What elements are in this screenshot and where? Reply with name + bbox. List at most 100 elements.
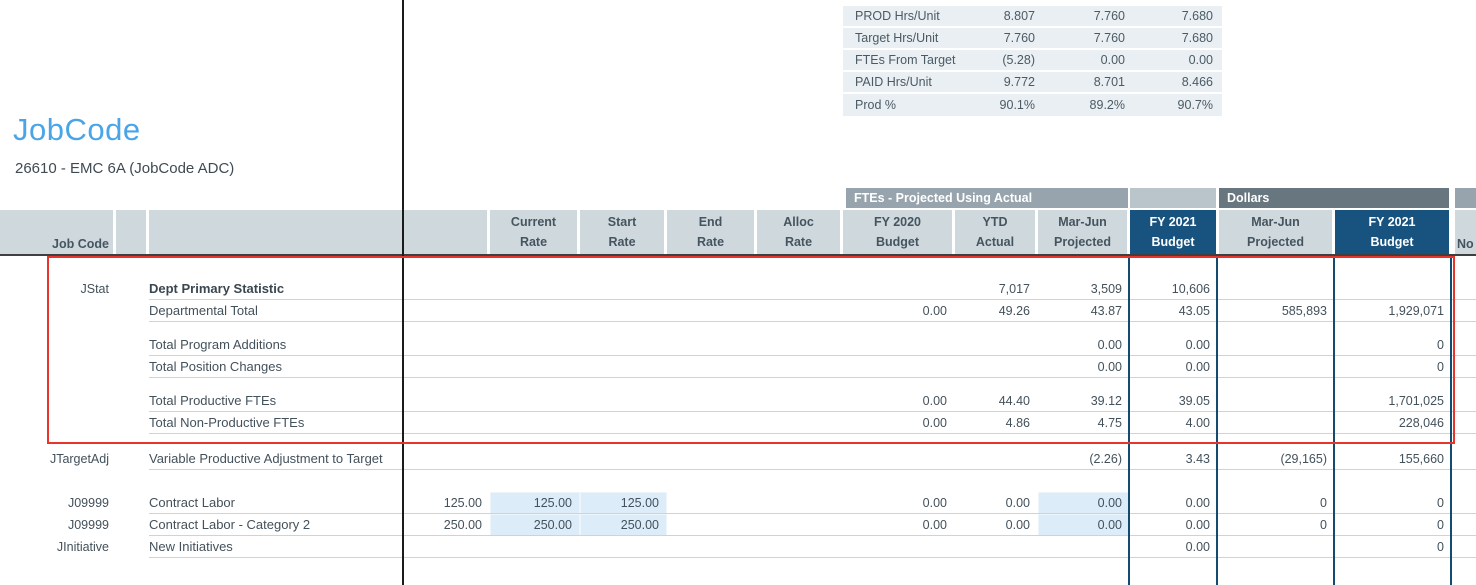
header-line: Projected bbox=[1038, 232, 1127, 252]
stats-value: 7.680 bbox=[1125, 6, 1213, 26]
stats-label: PAID Hrs/Unit bbox=[843, 72, 953, 92]
column-group-notes-spacer bbox=[1455, 188, 1476, 208]
header-line: FY 2021 bbox=[1335, 212, 1449, 232]
selection-highlight-box bbox=[47, 256, 1455, 444]
cell-dollars-marjun: 0 bbox=[1218, 514, 1335, 536]
cell-ytd-actual: 0.00 bbox=[955, 492, 1038, 514]
header-current-rate: Current Rate bbox=[490, 210, 577, 254]
cell-current-rate[interactable]: 250.00 bbox=[490, 514, 580, 536]
header-line: Mar-Jun bbox=[1038, 212, 1127, 232]
header-line: YTD bbox=[955, 212, 1035, 232]
cell-fy2021-budget: 3.43 bbox=[1130, 448, 1218, 470]
cell-fy2021-budget: 0.00 bbox=[1130, 514, 1218, 536]
header-line: FY 2020 bbox=[843, 212, 952, 232]
cell-description: New Initiatives bbox=[149, 536, 403, 558]
header-line: Rate bbox=[667, 232, 754, 252]
stats-value: 0.00 bbox=[1035, 50, 1125, 70]
cell-job-code: J09999 bbox=[0, 492, 113, 514]
cell-marjun-projected[interactable]: 0.00 bbox=[1038, 492, 1130, 514]
stats-value: 9.772 bbox=[953, 72, 1035, 92]
cell-fy2021-budget: 0.00 bbox=[1130, 492, 1218, 514]
table-row: J09999 Contract Labor 125.00 125.00 125.… bbox=[0, 492, 1476, 514]
header-line: Rate bbox=[580, 232, 664, 252]
stats-row: Prod % 90.1% 89.2% 90.7% bbox=[843, 94, 1222, 116]
stats-value: 8.466 bbox=[1125, 72, 1213, 92]
cell-start-rate[interactable]: 125.00 bbox=[580, 492, 667, 514]
table-row: J09999 Contract Labor - Category 2 250.0… bbox=[0, 514, 1476, 536]
cell-dollars-fy2021: 155,660 bbox=[1335, 448, 1452, 470]
header-dollars-fy2021-budget: FY 2021 Budget bbox=[1335, 210, 1449, 254]
header-line: Budget bbox=[1335, 232, 1449, 252]
header-line: Rate bbox=[757, 232, 840, 252]
header-line: Mar-Jun bbox=[1219, 212, 1332, 232]
stats-row: FTEs From Target (5.28) 0.00 0.00 bbox=[843, 50, 1222, 72]
stats-row: PAID Hrs/Unit 9.772 8.701 8.466 bbox=[843, 72, 1222, 94]
stats-value: 8.701 bbox=[1035, 72, 1125, 92]
cell-start-rate[interactable]: 250.00 bbox=[580, 514, 667, 536]
stats-row: PROD Hrs/Unit 8.807 7.760 7.680 bbox=[843, 6, 1222, 28]
cell-job-code: JTargetAdj bbox=[0, 448, 113, 470]
cell-rate: 250.00 bbox=[403, 514, 490, 536]
column-group-spacer bbox=[1130, 188, 1216, 208]
stats-value: 0.00 bbox=[1125, 50, 1213, 70]
header-alloc-rate: Alloc Rate bbox=[757, 210, 840, 254]
table-row: JInitiative New Initiatives 0.00 0 bbox=[0, 536, 1476, 558]
header-marjun-projected: Mar-Jun Projected bbox=[1038, 210, 1127, 254]
cell-dollars-marjun: (29,165) bbox=[1218, 448, 1335, 470]
cell-description: Variable Productive Adjustment to Target bbox=[149, 448, 403, 470]
stats-label: Prod % bbox=[843, 94, 953, 116]
header-dollars-marjun-projected: Mar-Jun Projected bbox=[1219, 210, 1332, 254]
stats-value: 7.760 bbox=[1035, 28, 1125, 48]
header-ytd-actual: YTD Actual bbox=[955, 210, 1035, 254]
header-line: Rate bbox=[490, 232, 577, 252]
cell-dollars-fy2021: 0 bbox=[1335, 492, 1452, 514]
stats-value: 89.2% bbox=[1035, 94, 1125, 116]
page-subtitle: 26610 - EMC 6A (JobCode ADC) bbox=[15, 160, 234, 177]
stats-value: 7.760 bbox=[953, 28, 1035, 48]
header-job-code: Job Code bbox=[0, 210, 113, 254]
cell-marjun-projected[interactable]: 0.00 bbox=[1038, 514, 1130, 536]
stats-label: PROD Hrs/Unit bbox=[843, 6, 953, 26]
cell-fy2020-budget: 0.00 bbox=[843, 514, 955, 536]
header-line: Start bbox=[580, 212, 664, 232]
header-fy2021-budget: FY 2021 Budget bbox=[1130, 210, 1216, 254]
cell-job-code: JInitiative bbox=[0, 536, 113, 558]
stats-value: (5.28) bbox=[953, 50, 1035, 70]
cell-fy2020-budget: 0.00 bbox=[843, 492, 955, 514]
cell-dollars-fy2021: 0 bbox=[1335, 536, 1452, 558]
cell-fy2021-budget: 0.00 bbox=[1130, 536, 1218, 558]
cell-job-code: J09999 bbox=[0, 514, 113, 536]
header-line: Budget bbox=[843, 232, 952, 252]
cell-dollars-fy2021: 0 bbox=[1335, 514, 1452, 536]
cell-description: Contract Labor bbox=[149, 492, 403, 514]
header-line: End bbox=[667, 212, 754, 232]
stats-panel: PROD Hrs/Unit 8.807 7.760 7.680 Target H… bbox=[843, 6, 1222, 116]
header-start-rate: Start Rate bbox=[580, 210, 664, 254]
header-line: FY 2021 bbox=[1130, 212, 1216, 232]
header-line: Alloc bbox=[757, 212, 840, 232]
stats-value: 8.807 bbox=[953, 6, 1035, 26]
cell-description: Contract Labor - Category 2 bbox=[149, 514, 403, 536]
header-fy2020-budget: FY 2020 Budget bbox=[843, 210, 952, 254]
cell-current-rate[interactable]: 125.00 bbox=[490, 492, 580, 514]
cell-rate: 125.00 bbox=[403, 492, 490, 514]
header-description-column bbox=[149, 210, 487, 254]
header-line: Actual bbox=[955, 232, 1035, 252]
stats-row: Target Hrs/Unit 7.760 7.760 7.680 bbox=[843, 28, 1222, 50]
table-row: JTargetAdj Variable Productive Adjustmen… bbox=[0, 448, 1476, 470]
cell-marjun-projected: (2.26) bbox=[1038, 448, 1130, 470]
stats-value: 90.1% bbox=[953, 94, 1035, 116]
cell-dollars-marjun: 0 bbox=[1218, 492, 1335, 514]
column-group-ftes: FTEs - Projected Using Actual bbox=[846, 188, 1128, 208]
stats-label: Target Hrs/Unit bbox=[843, 28, 953, 48]
stats-value: 7.680 bbox=[1125, 28, 1213, 48]
header-notes: No bbox=[1455, 210, 1476, 254]
header-line: Current bbox=[490, 212, 577, 232]
stats-value: 90.7% bbox=[1125, 94, 1213, 116]
header-end-rate: End Rate bbox=[667, 210, 754, 254]
stats-value: 7.760 bbox=[1035, 6, 1125, 26]
header-line: Budget bbox=[1130, 232, 1216, 252]
stats-label: FTEs From Target bbox=[843, 50, 953, 70]
cell-ytd-actual: 0.00 bbox=[955, 514, 1038, 536]
header-spacer-column bbox=[116, 210, 146, 254]
